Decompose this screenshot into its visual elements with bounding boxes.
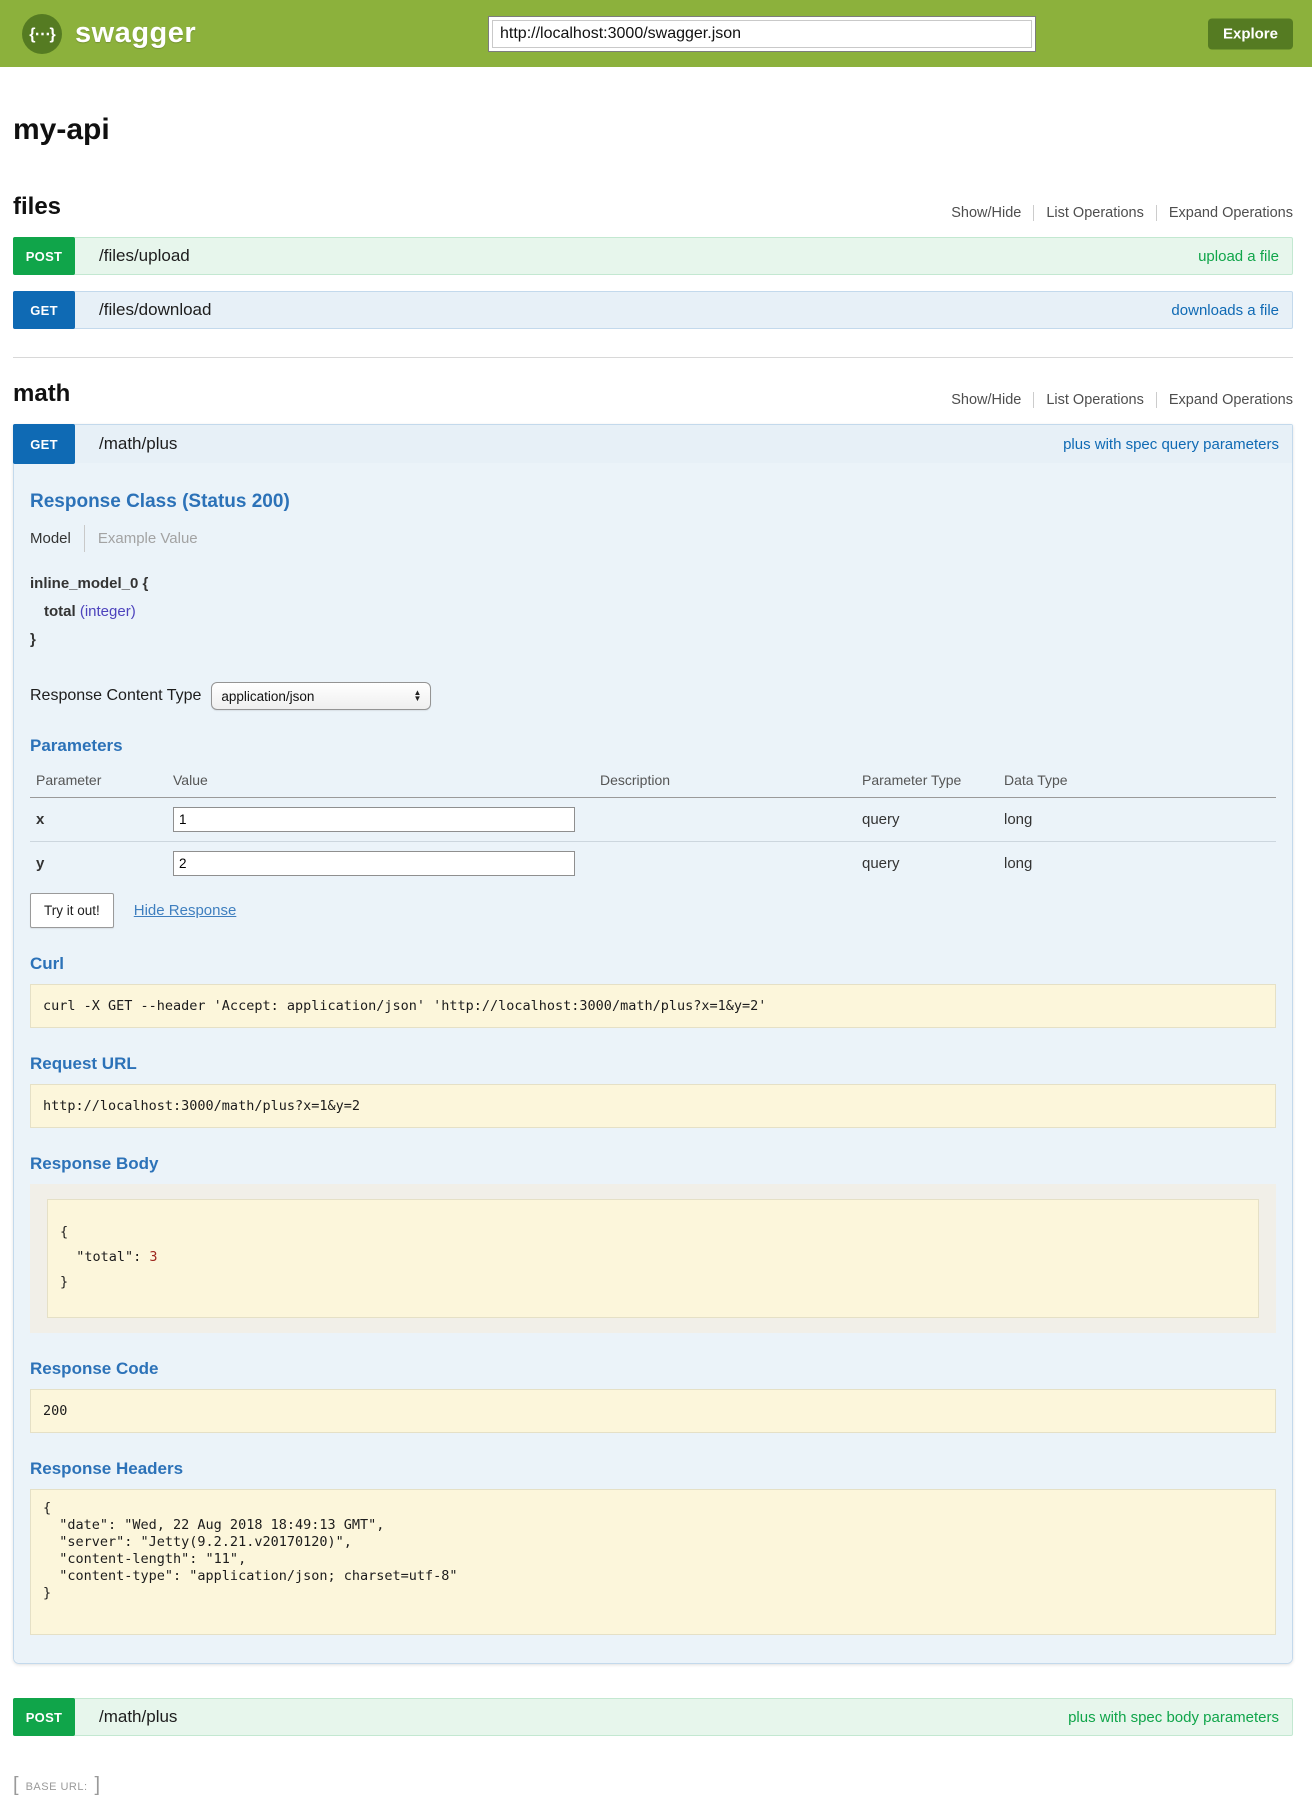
base-url-label: BASE URL: [26,1781,88,1793]
operation-path: /files/download [99,300,211,320]
method-badge-post: POST [13,1698,75,1736]
base-url-footer: [ BASE URL: ] [13,1774,1293,1797]
operation-row-post-files-upload[interactable]: POST /files/upload upload a file [13,237,1293,275]
col-value: Value [167,766,594,798]
section-controls: Show/Hide List Operations Expand Operati… [939,205,1293,221]
show-hide-link[interactable]: Show/Hide [939,205,1033,221]
spec-url-input[interactable] [492,20,1032,48]
section-header-math: math Show/Hide List Operations Expand Op… [13,380,1293,408]
spec-url-box [488,16,1036,52]
operation-expanded-get-math-plus: GET /math/plus plus with spec query para… [13,424,1293,1664]
response-class-heading: Response Class (Status 200) [30,491,1276,513]
response-body-json: { "total": 3 } [47,1199,1259,1318]
model-open: inline_model_0 { [30,570,1276,598]
curl-command: curl -X GET --header 'Accept: applicatio… [30,984,1276,1028]
operation-row-get-files-download[interactable]: GET /files/download downloads a file [13,291,1293,329]
parameter-type: query [856,842,998,886]
try-it-row: Try it out! Hide Response [30,893,1276,928]
explore-button[interactable]: Explore [1208,18,1293,49]
top-bar: {⋯} swagger Explore [0,0,1312,67]
operation-summary: downloads a file [1171,302,1279,319]
json-number-value: 3 [149,1249,157,1265]
swagger-logo-icon: {⋯} [22,14,62,54]
footer-open-bracket: [ [13,1774,19,1797]
col-parameter-type: Parameter Type [856,766,998,798]
col-data-type: Data Type [998,766,1276,798]
parameter-data-type: long [998,842,1276,886]
parameter-name: y [30,842,167,886]
json-key: "total": [60,1249,149,1265]
try-it-out-button[interactable]: Try it out! [30,893,114,928]
parameter-row-x: x query long [30,798,1276,842]
response-code-value: 200 [30,1389,1276,1433]
parameters-table: Parameter Value Description Parameter Ty… [30,766,1276,885]
col-parameter: Parameter [30,766,167,798]
operation-detail-panel: Response Class (Status 200) Model Exampl… [14,463,1292,1663]
section-title-files: files [13,193,61,221]
col-description: Description [594,766,856,798]
select-arrows-icon: ▲▼ [413,690,421,702]
response-content-type-row: Response Content Type application/json ▲… [30,682,1276,710]
curl-heading: Curl [30,954,1276,974]
tab-model[interactable]: Model [30,530,71,547]
response-headers-json: { "date": "Wed, 22 Aug 2018 18:49:13 GMT… [30,1489,1276,1635]
operation-summary: plus with spec body parameters [1068,1709,1279,1726]
response-content-type-label: Response Content Type [30,687,201,705]
operation-path: /math/plus [99,434,177,454]
operation-path: /math/plus [99,1707,177,1727]
expand-operations-link[interactable]: Expand Operations [1156,392,1293,408]
method-badge-get: GET [13,424,75,464]
response-body-container: { "total": 3 } [30,1184,1276,1333]
parameter-description [594,798,856,842]
parameter-description [594,842,856,886]
response-code-heading: Response Code [30,1359,1276,1379]
parameter-row-y: y query long [30,842,1276,886]
main-content: my-api files Show/Hide List Operations E… [13,113,1293,1797]
parameter-x-input[interactable] [173,807,575,832]
model-close: } [30,626,1276,654]
show-hide-link[interactable]: Show/Hide [939,392,1033,408]
section-divider [13,357,1293,358]
model-property-name: total [44,603,76,620]
method-badge-post: POST [13,237,75,275]
request-url-value: http://localhost:3000/math/plus?x=1&y=2 [30,1084,1276,1128]
list-operations-link[interactable]: List Operations [1033,392,1156,408]
section-controls: Show/Hide List Operations Expand Operati… [939,392,1293,408]
parameter-name: x [30,798,167,842]
parameter-data-type: long [998,798,1276,842]
parameters-heading: Parameters [30,736,1276,756]
footer-close-bracket: ] [95,1774,101,1797]
json-close-brace: } [60,1274,68,1290]
brand-title: swagger [75,17,196,50]
operation-path: /files/upload [99,246,190,266]
response-body-heading: Response Body [30,1154,1276,1174]
tab-separator [84,525,85,552]
selected-content-type: application/json [221,689,314,704]
json-open-brace: { [60,1224,68,1240]
response-headers-heading: Response Headers [30,1459,1276,1479]
page-title: my-api [13,113,1293,147]
response-content-type-select[interactable]: application/json ▲▼ [211,682,431,710]
operation-summary: plus with spec query parameters [1063,436,1279,453]
method-badge-get: GET [13,291,75,329]
response-class-tabs: Model Example Value [30,525,1276,552]
section-header-files: files Show/Hide List Operations Expand O… [13,193,1293,221]
model-property-type: (integer) [80,603,136,620]
tab-example-value[interactable]: Example Value [98,530,198,547]
parameter-y-input[interactable] [173,851,575,876]
model-signature: inline_model_0 { total (integer) } [30,570,1276,654]
model-property: total (integer) [30,598,1276,626]
list-operations-link[interactable]: List Operations [1033,205,1156,221]
operation-row-post-math-plus[interactable]: POST /math/plus plus with spec body para… [13,1698,1293,1736]
section-title-math: math [13,380,70,408]
hide-response-link[interactable]: Hide Response [134,902,237,919]
request-url-heading: Request URL [30,1054,1276,1074]
expand-operations-link[interactable]: Expand Operations [1156,205,1293,221]
parameter-type: query [856,798,998,842]
brand-link[interactable]: {⋯} swagger [22,14,196,54]
parameters-header-row: Parameter Value Description Parameter Ty… [30,766,1276,798]
operation-row-get-math-plus[interactable]: GET /math/plus plus with spec query para… [14,425,1292,463]
operation-summary: upload a file [1198,248,1279,265]
